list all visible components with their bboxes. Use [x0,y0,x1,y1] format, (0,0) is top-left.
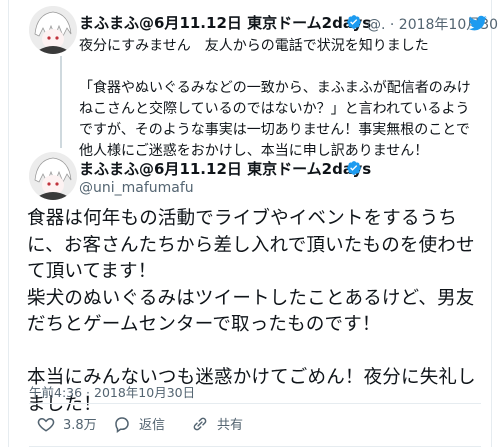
main-avatar[interactable] [29,152,77,200]
twitter-bird-icon[interactable] [467,14,489,32]
verified-badge-icon [347,15,361,29]
like-count: 3.8万 [63,418,97,433]
reply-tweet-text: 夜分にすみません 友人からの電話で状況を知りました 「食器やぬいぐるみなどの一致… [79,38,471,159]
tweet-embed-frame: まふまふ@6月11.12日 東京ドーム2days @. · 2018年10月30… [8,0,500,447]
like-button[interactable]: 3.8万 [37,414,97,433]
reply-display-name[interactable]: まふまふ@6月11.12日 東京ドーム2days [79,12,371,33]
avatar-illustration [29,6,77,54]
reply-avatar[interactable] [29,6,77,54]
share-label: 共有 [217,418,244,433]
main-handle[interactable]: @uni_mafumafu [79,180,194,196]
verified-badge-icon [347,161,361,175]
reply-label: 返信 [139,418,166,433]
avatar-illustration [29,152,77,200]
main-display-name[interactable]: まふまふ@6月11.12日 東京ドーム2days [79,158,371,179]
main-timestamp[interactable]: 午前4:36 · 2018年10月30日 [29,382,195,401]
heart-icon [37,417,55,432]
actions-divider [29,403,481,404]
share-icon [193,417,207,430]
reply-icon [115,416,129,433]
reply-button[interactable]: 返信 [113,414,165,433]
thread-connector [60,56,62,148]
share-button[interactable]: 共有 [191,414,243,433]
